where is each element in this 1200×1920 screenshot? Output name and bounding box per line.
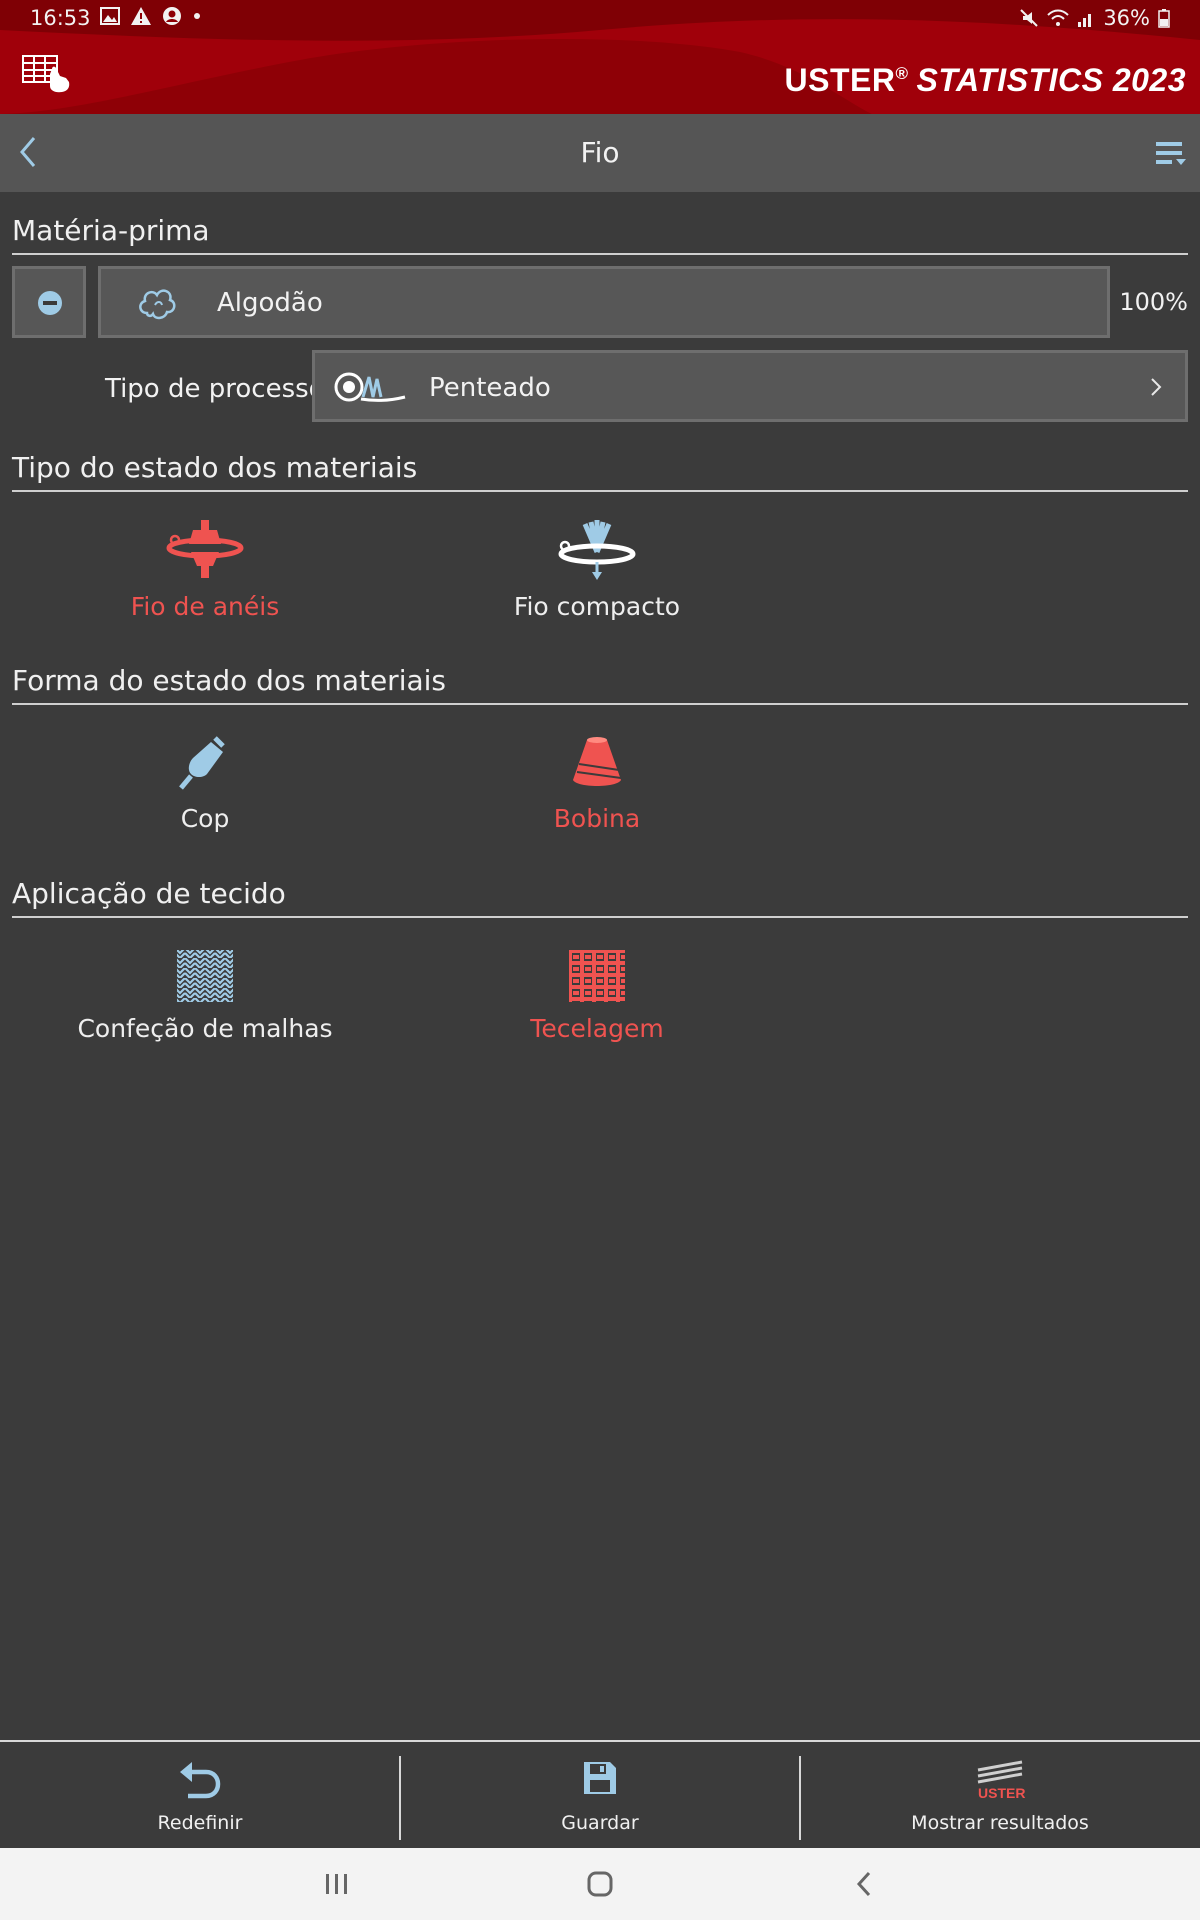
mute-icon — [1020, 9, 1039, 27]
material-selector[interactable]: Algodão — [98, 266, 1110, 338]
section-material-type-title: Tipo do estado dos materiais — [12, 451, 1188, 492]
save-label: Guardar — [561, 1812, 639, 1834]
account-icon — [163, 7, 181, 25]
show-results-button[interactable]: USTER Mostrar resultados — [800, 1742, 1200, 1848]
system-back-icon[interactable] — [850, 1870, 880, 1898]
option-label: Bobina — [553, 804, 641, 833]
compact-spinning-icon — [558, 520, 636, 580]
cotton-icon — [139, 289, 176, 320]
process-type-label: Tipo de processo — [105, 374, 325, 404]
brand-logo: USTER® STATISTICS 2023 — [784, 62, 1186, 98]
option-label: Tecelagem — [530, 1014, 664, 1043]
option-bobbin[interactable]: Bobina — [447, 734, 747, 833]
wifi-icon — [1047, 9, 1070, 26]
title-bar: Fio — [0, 114, 1200, 192]
option-label: Fio de anéis — [130, 592, 280, 621]
reset-label: Redefinir — [157, 1812, 243, 1834]
table-hand-icon[interactable] — [22, 54, 72, 94]
section-raw-material-title: Matéria-prima — [12, 214, 1188, 255]
system-navigation-bar — [0, 1848, 1200, 1920]
process-type-value: Penteado — [429, 373, 551, 403]
option-weaving[interactable]: Tecelagem — [447, 948, 747, 1043]
app-header: 16:53 36% USTER® STATISTICS 2023 — [0, 0, 1200, 114]
page-title: Fio — [580, 136, 620, 169]
material-percent: 100% — [1119, 288, 1188, 316]
knitting-pattern-icon — [177, 950, 233, 1002]
home-icon[interactable] — [585, 1870, 615, 1898]
option-label: Confeção de malhas — [77, 1014, 333, 1043]
option-label: Cop — [180, 804, 230, 833]
ring-spinning-icon — [166, 520, 244, 578]
cone-bobbin-icon — [573, 737, 622, 786]
uster-logo-text: USTER — [978, 1785, 1025, 1801]
section-material-form-title: Forma do estado dos materiais — [12, 664, 1188, 705]
image-icon — [100, 7, 120, 25]
show-results-label: Mostrar resultados — [911, 1812, 1089, 1834]
material-name: Algodão — [217, 288, 323, 318]
option-ring-yarn[interactable]: Fio de anéis — [55, 518, 355, 621]
chevron-right-icon — [1151, 378, 1162, 396]
remove-material-button[interactable] — [12, 266, 86, 338]
recent-apps-icon[interactable] — [322, 1870, 352, 1898]
signal-icon — [1078, 14, 1092, 27]
floppy-disk-icon — [584, 1762, 616, 1794]
combed-process-icon — [334, 372, 406, 402]
uster-logo-icon: USTER — [977, 1760, 1025, 1801]
cop-bobbin-icon — [179, 736, 225, 790]
reset-button[interactable]: Redefinir — [0, 1742, 400, 1848]
process-type-selector[interactable]: Penteado — [312, 350, 1188, 422]
weaving-pattern-icon — [569, 950, 625, 1002]
status-time: 16:53 — [30, 6, 91, 30]
minus-circle-icon — [38, 291, 62, 315]
option-knitting[interactable]: Confeção de malhas — [55, 948, 355, 1043]
bottom-toolbar: Redefinir Guardar USTER Mostrar resultad… — [0, 1740, 1200, 1848]
option-label: Fio compacto — [513, 592, 681, 621]
battery-percent: 36% — [1103, 6, 1150, 30]
option-cop[interactable]: Cop — [55, 734, 355, 833]
undo-icon — [180, 1762, 221, 1799]
warning-icon — [131, 7, 151, 25]
dot-icon — [194, 13, 200, 19]
sort-menu-icon[interactable] — [1154, 138, 1188, 168]
section-fabric-application-title: Aplicação de tecido — [12, 877, 1188, 918]
battery-icon — [1158, 9, 1170, 28]
status-bar: 16:53 36% — [0, 0, 1200, 38]
save-button[interactable]: Guardar — [400, 1742, 800, 1848]
option-compact-yarn[interactable]: Fio compacto — [447, 518, 747, 621]
